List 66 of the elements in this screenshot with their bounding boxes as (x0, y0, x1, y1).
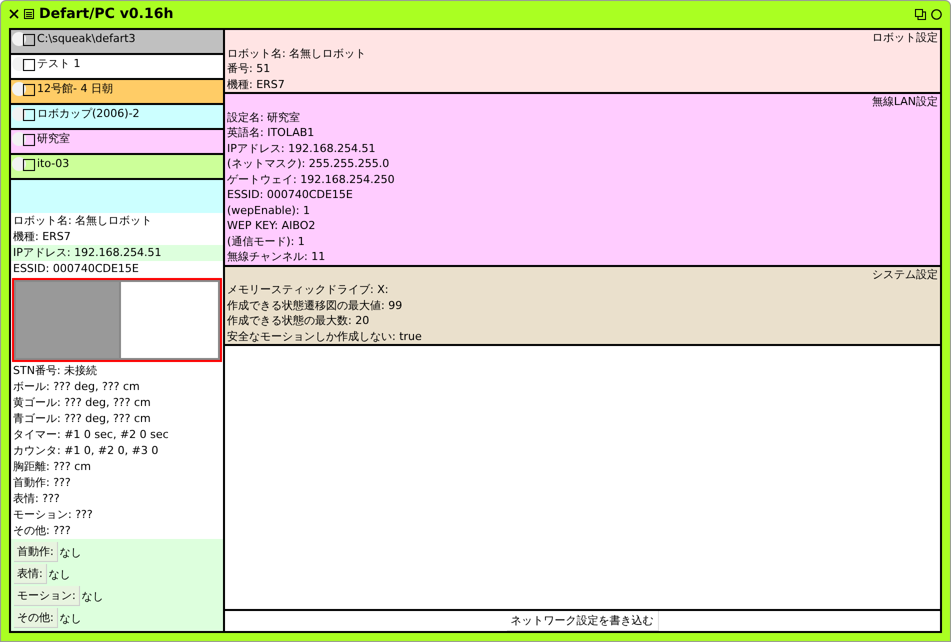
setting-line: 無線チャンネル: 11 (227, 249, 326, 264)
setting-line: 作成できる状態の最大数: 20 (227, 313, 370, 328)
radio-icon (12, 107, 26, 121)
action-value: なし (48, 566, 71, 582)
status-line: STN番号: 未接続 (12, 363, 98, 379)
status-line: タイマー: #1 0 sec, #2 0 sec (12, 427, 170, 443)
setting-line: IPアドレス: 192.168.254.51 (227, 140, 377, 156)
setting-line: 作成できる状態遷移図の最大値: 99 (227, 298, 404, 313)
status-line: 黄ゴール: ??? deg, ??? cm (12, 395, 152, 411)
checkbox[interactable] (23, 34, 35, 46)
action-value: なし (82, 588, 104, 604)
action-button[interactable]: 表情: (14, 564, 47, 584)
setting-line: 番号: 51 (227, 61, 272, 76)
action-value: なし (60, 544, 82, 560)
radio-icon (12, 132, 26, 146)
setting-line: ESSID: 000740CDE15E (227, 187, 354, 202)
radio-icon (12, 32, 26, 46)
info-line: 機種: ERS7 (12, 229, 72, 245)
setting-line: ゲートウェイ: 192.168.254.250 (227, 172, 396, 187)
setting-line: 安全なモーションしか作成しない: true (227, 328, 423, 344)
checkbox[interactable] (23, 159, 35, 171)
setting-line: (通信モード): 1 (227, 234, 306, 249)
collapse-icon[interactable] (915, 8, 926, 20)
setting-line: 設定名: 研究室 (227, 110, 302, 125)
action-button[interactable]: モーション: (14, 586, 80, 606)
setting-line: (wepEnable): 1 (227, 202, 311, 218)
profile-item[interactable]: C:\squeak\defart3 (11, 30, 223, 55)
radio-icon (12, 57, 26, 71)
profile-item[interactable]: 12号館- 4 日朝 (11, 80, 223, 105)
checkbox[interactable] (23, 109, 35, 121)
status-line: ボール: ??? deg, ??? cm (12, 379, 141, 395)
checkbox[interactable] (23, 84, 35, 96)
status-line: 首動作: ??? (12, 475, 72, 491)
radio-icon (12, 82, 26, 96)
profile-item[interactable]: ロボカップ(2006)-2 (11, 105, 223, 130)
info-line: ロボット名: 名無しロボット (12, 213, 154, 229)
action-value: なし (60, 610, 82, 626)
profile-item[interactable]: 研究室 (11, 130, 223, 155)
checkbox[interactable] (23, 59, 35, 71)
close-icon[interactable] (9, 9, 19, 19)
status-line: カウンタ: #1 0, #2 0, #3 0 (12, 443, 160, 459)
profile-item[interactable]: ito-03 (11, 155, 223, 180)
window-title: Defart/PC v0.16h (39, 6, 174, 22)
setting-line: WEP KEY: AIBO2 (227, 218, 316, 234)
info-line: ESSID: 000740CDE15E (12, 261, 140, 277)
setting-line: メモリースティックドライブ: X: (227, 282, 390, 298)
setting-line: 英語名: ITOLAB1 (227, 125, 316, 140)
status-line: 表情: ??? (12, 491, 61, 507)
section-title: システム設定 (871, 266, 938, 282)
write-button[interactable]: ネットワーク設定を書き込む (506, 611, 658, 631)
setting-line: ロボット名: 名無しロボット (227, 46, 368, 61)
action-button[interactable]: 首動作: (14, 542, 58, 562)
profile-item[interactable]: テスト 1 (11, 55, 223, 80)
radio-icon (12, 157, 26, 171)
section-title: ロボット設定 (871, 30, 938, 46)
status-line: モーション: ??? (12, 507, 94, 523)
checkbox[interactable] (23, 134, 35, 146)
status-line: 青ゴール: ??? deg, ??? cm (12, 411, 152, 427)
setting-line: (ネットマスク): 255.255.255.0 (227, 156, 390, 172)
status-line: 胸距離: ??? cm (12, 459, 92, 475)
action-button[interactable]: その他: (14, 608, 58, 628)
status-line: その他: ??? (12, 523, 72, 539)
section-title: 無線LAN設定 (870, 94, 938, 110)
menu-icon[interactable] (24, 9, 34, 19)
expand-icon[interactable] (931, 8, 942, 20)
setting-line: 機種: ERS7 (227, 76, 286, 92)
